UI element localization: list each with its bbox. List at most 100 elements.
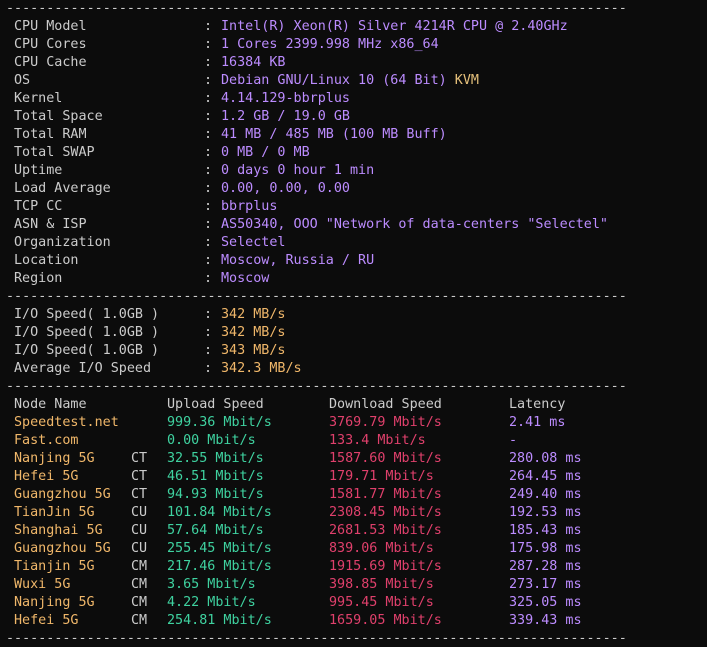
info-colon: :	[204, 37, 213, 52]
info-label: Organization	[14, 235, 111, 250]
table-row: TianJin 5G CU 101.84 Mbit/s 2308.45 Mbit/s 1…	[6, 504, 707, 522]
isp-code: CU	[131, 523, 148, 538]
io-value: 342 MB/s	[221, 307, 286, 322]
table-row: Nanjing 5G CM 4.22 Mbit/s 995.45 Mbit/s 325.…	[6, 594, 707, 612]
upload-speed: 0.00 Mbit/s	[167, 433, 256, 448]
system-info-section: CPU Model: Intel(R) Xeon(R) Silver 4214R …	[6, 18, 707, 288]
info-row: Load Average:0.00, 0.00, 0.00	[6, 180, 707, 198]
info-row: Uptime:0 days 0 hour 1 min	[6, 162, 707, 180]
download-speed: 2308.45 Mbit/s	[329, 505, 442, 520]
info-row: Region: Moscow	[6, 270, 707, 288]
io-value: 342 MB/s	[221, 325, 286, 340]
latency: 339.43 ms	[509, 613, 582, 628]
table-row: Fast.com 0.00 Mbit/s 133.4 Mbit/s -	[6, 432, 707, 450]
io-colon: :	[204, 307, 213, 322]
node-name: Guangzhou 5G	[14, 487, 111, 502]
io-row: I/O Speed( 1.0GB ):343 MB/s	[6, 342, 707, 360]
io-value: 343 MB/s	[221, 343, 286, 358]
info-value-text: 16384 KB	[221, 55, 286, 70]
info-colon: :	[204, 163, 213, 178]
node-name: Speedtest.net	[14, 415, 119, 430]
info-label: Total Space	[14, 109, 103, 124]
info-label: ASN & ISP	[14, 217, 87, 232]
download-speed: 179.71 Mbit/s	[329, 469, 434, 484]
latency: 192.53 ms	[509, 505, 582, 520]
latency: 2.41 ms	[509, 415, 566, 430]
info-label: TCP CC	[14, 199, 63, 214]
info-value: 0.00, 0.00, 0.00	[221, 180, 350, 198]
info-label: Location	[14, 253, 79, 268]
header-node-name: Node Name	[14, 397, 87, 412]
io-label: I/O Speed( 1.0GB )	[14, 307, 160, 322]
upload-speed: 32.55 Mbit/s	[167, 451, 264, 466]
table-row: Hefei 5G CM 254.81 Mbit/s 1659.05 Mbit/s 339…	[6, 612, 707, 630]
info-colon: :	[204, 235, 213, 250]
info-colon: :	[204, 73, 213, 88]
latency: 325.05 ms	[509, 595, 582, 610]
virtualization-badge: KVM	[454, 73, 479, 88]
info-value-text: 0 days 0 hour 1 min	[221, 163, 375, 178]
isp-code: CM	[131, 613, 148, 628]
info-label: Total RAM	[14, 127, 87, 142]
node-name: Hefei 5G	[14, 613, 79, 628]
info-colon: :	[204, 181, 213, 196]
download-speed: 2681.53 Mbit/s	[329, 523, 442, 538]
info-value: bbrplus	[221, 198, 277, 216]
info-label: OS	[14, 73, 31, 88]
info-label: CPU Model	[14, 19, 87, 34]
info-colon: :	[204, 109, 213, 124]
info-colon: :	[204, 253, 213, 268]
info-value-text: Moscow	[221, 271, 270, 286]
upload-speed: 57.64 Mbit/s	[167, 523, 264, 538]
terminal-output: ----------------------------------------…	[0, 0, 707, 647]
info-colon: :	[204, 199, 213, 214]
info-value-text: Debian GNU/Linux 10 (64 Bit)	[221, 73, 447, 88]
isp-code: CM	[131, 577, 148, 592]
latency: 185.43 ms	[509, 523, 582, 538]
info-label: Total SWAP	[14, 145, 95, 160]
info-colon: :	[204, 127, 213, 142]
info-value: Intel(R) Xeon(R) Silver 4214R CPU @ 2.40…	[221, 18, 568, 36]
upload-speed: 46.51 Mbit/s	[167, 469, 264, 484]
info-row: ASN & ISP: AS50340, OOO "Network of data-…	[6, 216, 707, 234]
info-row: Total SWAP:0 MB / 0 MB	[6, 144, 707, 162]
info-value: AS50340, OOO "Network of data-centers "S…	[221, 216, 608, 234]
table-row: Nanjing 5G CT 32.55 Mbit/s 1587.60 Mbit/s 28…	[6, 450, 707, 468]
separator: ----------------------------------------…	[6, 289, 627, 304]
info-row: CPU Cache:16384 KB	[6, 54, 707, 72]
info-value: 0 days 0 hour 1 min	[221, 162, 374, 180]
download-speed: 1915.69 Mbit/s	[329, 559, 442, 574]
upload-speed: 255.45 Mbit/s	[167, 541, 272, 556]
info-value-text: 0.00, 0.00, 0.00	[221, 181, 350, 196]
upload-speed: 3.65 Mbit/s	[167, 577, 256, 592]
info-label: Uptime	[14, 163, 63, 178]
table-row: Guangzhou 5G CT 94.93 Mbit/s 1581.77 Mbit/s…	[6, 486, 707, 504]
header-download-speed: Download Speed	[329, 397, 442, 412]
info-label: CPU Cache	[14, 55, 87, 70]
info-colon: :	[204, 55, 213, 70]
info-value-text: 1 Cores 2399.998 MHz x86_64	[221, 37, 439, 52]
io-row: Average I/O Speed:342.3 MB/s	[6, 360, 707, 378]
info-label: CPU Cores	[14, 37, 87, 52]
info-row: CPU Model: Intel(R) Xeon(R) Silver 4214R …	[6, 18, 707, 36]
download-speed: 398.85 Mbit/s	[329, 577, 434, 592]
info-value: Selectel	[221, 234, 286, 252]
node-name: TianJin 5G	[14, 505, 95, 520]
download-speed: 3769.79 Mbit/s	[329, 415, 442, 430]
info-colon: :	[204, 19, 213, 34]
info-value: 1 Cores 2399.998 MHz x86_64	[221, 36, 439, 54]
download-speed: 839.06 Mbit/s	[329, 541, 434, 556]
info-row: OS: Debian GNU/Linux 10 (64 Bit) KVM	[6, 72, 707, 90]
info-row: CPU Cores:1 Cores 2399.998 MHz x86_64	[6, 36, 707, 54]
isp-code: CT	[131, 487, 148, 502]
separator: ----------------------------------------…	[6, 379, 627, 394]
node-name: Shanghai 5G	[14, 523, 103, 538]
latency: 287.28 ms	[509, 559, 582, 574]
table-row: Speedtest.net 999.36 Mbit/s 3769.79 Mbit/s…	[6, 414, 707, 432]
io-colon: :	[204, 361, 213, 376]
table-row: Shanghai 5G CU 57.64 Mbit/s 2681.53 Mbit/s 1…	[6, 522, 707, 540]
info-row: Location: Moscow, Russia / RU	[6, 252, 707, 270]
separator-line: ----------------------------------------…	[6, 0, 707, 18]
io-speed-section: I/O Speed( 1.0GB ):342 MB/s I/O Speed( 1.…	[6, 306, 707, 378]
latency: 175.98 ms	[509, 541, 582, 556]
